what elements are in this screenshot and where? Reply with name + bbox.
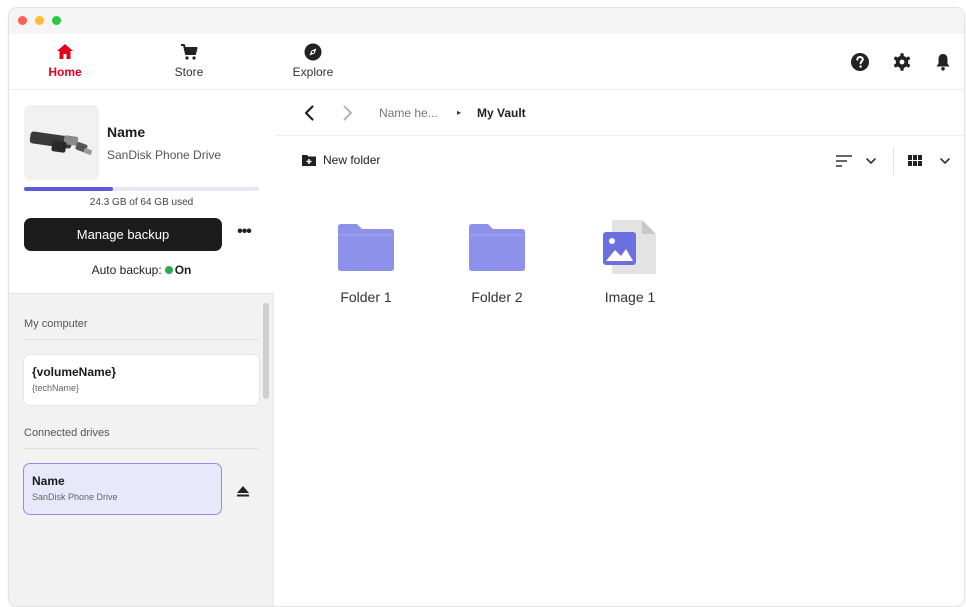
drive-summary-card: Name SanDisk Phone Drive 24.3 GB of 64 G…: [9, 91, 274, 294]
sort-icon[interactable]: [833, 151, 881, 171]
grid-item-folder-1[interactable]: Folder 1: [316, 219, 416, 305]
drive-name: Name: [107, 124, 146, 140]
drive-image: [24, 105, 99, 180]
toolbar-divider: [893, 147, 894, 175]
breadcrumb-separator-icon: ▸: [457, 108, 462, 117]
connected-drive-name: Name: [32, 474, 65, 488]
image-file-icon: [603, 220, 656, 274]
volume-card[interactable]: {volumeName} {techName}: [24, 355, 259, 405]
nav-home[interactable]: Home: [30, 42, 100, 79]
breadcrumb-current[interactable]: My Vault: [477, 106, 526, 120]
new-folder-button[interactable]: New folder: [301, 153, 380, 167]
grid-item-folder-2[interactable]: Folder 2: [447, 219, 547, 305]
main-content: Name he... ▸ My Vault New folder Folder …: [275, 91, 964, 606]
auto-backup-label: Auto backup:: [91, 263, 162, 277]
minimize-window-button[interactable]: [35, 16, 44, 25]
auto-backup-state: On: [174, 263, 192, 277]
home-icon: [57, 44, 73, 59]
sidebar-scrollbar[interactable]: [263, 303, 269, 399]
nav-explore[interactable]: Explore: [278, 42, 348, 79]
close-window-button[interactable]: [18, 16, 27, 25]
folder-icon: [338, 224, 394, 271]
cart-icon: [181, 44, 198, 60]
eject-icon[interactable]: [235, 483, 251, 499]
help-icon[interactable]: [850, 52, 870, 72]
breadcrumb-parent[interactable]: Name he...: [379, 106, 438, 120]
top-navigation: Home Store Explore: [9, 34, 964, 90]
more-options-button[interactable]: •••: [234, 224, 254, 244]
volume-name: {volumeName}: [32, 365, 117, 379]
back-arrow-icon[interactable]: [300, 103, 320, 123]
drive-model: SanDisk Phone Drive: [107, 148, 222, 162]
app-window: Home Store Explore Name SanDisk Phone Dr…: [9, 8, 964, 606]
my-computer-label: My computer: [24, 318, 88, 330]
title-bar: [9, 8, 964, 34]
nav-explore-label: Explore: [292, 65, 334, 79]
bell-icon[interactable]: [933, 52, 953, 72]
status-dot-icon: [164, 266, 173, 274]
nav-store-label: Store: [174, 65, 204, 79]
storage-usage-fill: [24, 187, 114, 191]
storage-usage-bar: [24, 187, 259, 191]
usb-drive-icon: [29, 131, 93, 155]
connected-drive-model: SanDisk Phone Drive: [32, 492, 118, 502]
folder-icon: [469, 224, 525, 271]
file-toolbar: New folder: [275, 137, 964, 185]
zoom-window-button[interactable]: [52, 16, 61, 25]
grid-item-image-1[interactable]: Image 1: [580, 219, 680, 305]
forward-arrow-icon[interactable]: [337, 103, 357, 123]
section-divider: [24, 339, 259, 340]
connected-drive-card[interactable]: Name SanDisk Phone Drive: [24, 464, 221, 514]
storage-usage-text: 24.3 GB of 64 GB used: [89, 197, 194, 208]
volume-tech-name: {techName}: [32, 383, 80, 393]
new-folder-label: New folder: [323, 153, 381, 167]
connected-drives-label: Connected drives: [24, 427, 110, 439]
nav-home-label: Home: [48, 65, 82, 79]
manage-backup-button[interactable]: Manage backup: [24, 218, 222, 251]
item-label: Image 1: [604, 289, 656, 305]
nav-store[interactable]: Store: [154, 42, 224, 79]
breadcrumb-bar: Name he... ▸ My Vault: [275, 91, 964, 136]
gear-icon[interactable]: [892, 52, 912, 72]
grid-view-icon[interactable]: [905, 151, 955, 171]
auto-backup-status: Auto backup: On: [24, 263, 259, 277]
new-folder-icon: [302, 155, 316, 166]
item-label: Folder 1: [340, 289, 392, 305]
section-divider: [24, 448, 259, 449]
sidebar: Name SanDisk Phone Drive 24.3 GB of 64 G…: [9, 91, 274, 606]
compass-icon: [304, 43, 322, 61]
item-label: Folder 2: [471, 289, 523, 305]
